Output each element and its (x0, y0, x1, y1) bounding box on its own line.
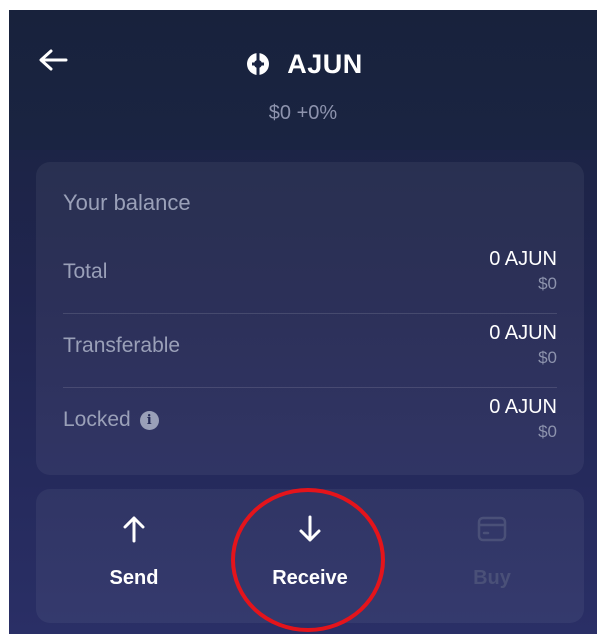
price-change: +0% (296, 102, 338, 124)
token-title: AJUN (9, 44, 597, 84)
row-label: Transferable (63, 334, 180, 358)
header: AJUN $0 +0% (9, 10, 597, 150)
balance-row-total[interactable]: Total 0 AJUN $0 (63, 240, 557, 314)
buy-label: Buy (473, 567, 511, 589)
transferable-fiat: $0 (538, 348, 557, 367)
row-label: Locked i (63, 408, 159, 432)
arrow-up-icon (116, 511, 152, 547)
credit-card-icon (474, 511, 510, 547)
balance-row-transferable[interactable]: Transferable 0 AJUN $0 (63, 314, 557, 388)
total-amount: 0 AJUN (489, 248, 557, 270)
locked-fiat: $0 (538, 422, 557, 441)
token-name: AJUN (287, 48, 363, 79)
transferable-amount: 0 AJUN (489, 322, 557, 344)
buy-button[interactable]: Buy (432, 511, 552, 607)
send-button[interactable]: Send (74, 511, 194, 607)
balance-title: Your balance (63, 190, 191, 215)
total-label: Total (63, 260, 108, 283)
balance-card: Your balance Total 0 AJUN $0 Transferabl… (36, 162, 584, 475)
locked-label: Locked (63, 408, 131, 431)
ajun-logo-icon (243, 49, 273, 79)
total-fiat: $0 (538, 274, 557, 293)
row-label: Total (63, 260, 107, 284)
send-label: Send (109, 567, 159, 589)
highlight-annotation (231, 488, 385, 632)
token-price: $0 (268, 102, 292, 124)
locked-amount: 0 AJUN (489, 396, 557, 418)
info-icon[interactable]: i (139, 410, 159, 430)
transferable-label: Transferable (63, 334, 181, 357)
price-line: $0 +0% (9, 102, 597, 125)
balance-row-locked[interactable]: Locked i 0 AJUN $0 (63, 388, 557, 462)
